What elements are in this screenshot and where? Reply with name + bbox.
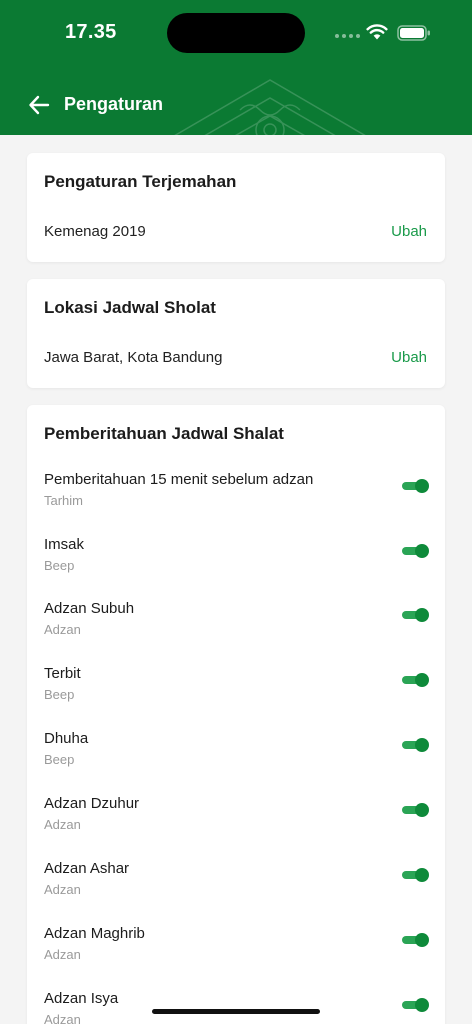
app-header: 17.35 Pengaturan: [0, 0, 472, 135]
back-arrow-icon[interactable]: [28, 94, 50, 116]
notification-sound: Beep: [44, 687, 75, 702]
prayer-notification-title: Pemberitahuan Jadwal Shalat: [44, 424, 284, 443]
battery-icon: [397, 25, 430, 41]
notification-toggle[interactable]: [402, 868, 429, 882]
notification-label: Imsak: [44, 536, 85, 553]
notification-label: Dhuha: [44, 730, 89, 747]
notification-label: Adzan Dzuhur: [44, 795, 140, 812]
list-item: Terbit Beep: [44, 665, 429, 709]
notification-label: Pemberitahuan 15 menit sebelum adzan: [44, 471, 314, 488]
notification-sound: Adzan: [44, 622, 81, 637]
notification-sound: Adzan: [44, 817, 81, 832]
prayer-location-card: Lokasi Jadwal Sholat Jawa Barat, Kota Ba…: [27, 279, 445, 388]
list-item: Adzan Subuh Adzan: [44, 600, 429, 644]
notification-label: Adzan Isya: [44, 990, 119, 1007]
list-item: Dhuha Beep: [44, 730, 429, 774]
notification-label: Adzan Subuh: [44, 600, 135, 617]
notification-sound: Adzan: [44, 947, 81, 962]
dynamic-island: [167, 13, 305, 53]
notification-toggle[interactable]: [402, 479, 429, 493]
notification-label: Adzan Maghrib: [44, 925, 145, 942]
notification-sound: Beep: [44, 752, 75, 767]
ornament-pattern-icon: [174, 79, 366, 135]
list-item: Adzan Dzuhur Adzan: [44, 795, 429, 839]
notification-toggle[interactable]: [402, 673, 429, 687]
list-item: Adzan Maghrib Adzan: [44, 925, 429, 969]
notification-sound: Adzan: [44, 882, 81, 897]
notification-toggle[interactable]: [402, 738, 429, 752]
change-location-button[interactable]: Ubah: [391, 349, 427, 366]
change-translation-button[interactable]: Ubah: [391, 223, 427, 240]
status-time: 17.35: [65, 21, 117, 43]
translation-settings-title: Pengaturan Terjemahan: [44, 172, 237, 191]
notification-toggle[interactable]: [402, 933, 429, 947]
wifi-icon: [366, 24, 388, 40]
list-item: Pemberitahuan 15 menit sebelum adzan Tar…: [44, 471, 429, 515]
prayer-notification-card: Pemberitahuan Jadwal Shalat Pemberitahua…: [27, 405, 445, 1024]
home-indicator[interactable]: [152, 1009, 320, 1014]
notification-sound: Beep: [44, 558, 75, 573]
notification-toggle[interactable]: [402, 544, 429, 558]
notification-label: Terbit: [44, 665, 81, 682]
page-title: Pengaturan: [64, 94, 164, 114]
notification-sound: Tarhim: [44, 493, 84, 508]
notification-sound: Adzan: [44, 1012, 81, 1024]
cellular-signal-icon: [335, 34, 360, 38]
prayer-location-value: Jawa Barat, Kota Bandung: [44, 349, 223, 366]
notification-label: Adzan Ashar: [44, 860, 130, 877]
translation-settings-card: Pengaturan Terjemahan Kemenag 2019 Ubah: [27, 153, 445, 262]
notification-toggle[interactable]: [402, 803, 429, 817]
notification-toggle[interactable]: [402, 608, 429, 622]
prayer-location-title: Lokasi Jadwal Sholat: [44, 298, 216, 317]
list-item: Imsak Beep: [44, 536, 429, 580]
list-item: Adzan Ashar Adzan: [44, 860, 429, 904]
translation-value: Kemenag 2019: [44, 223, 146, 240]
list-item: Adzan Isya Adzan: [44, 990, 429, 1024]
notification-toggle[interactable]: [402, 998, 429, 1012]
